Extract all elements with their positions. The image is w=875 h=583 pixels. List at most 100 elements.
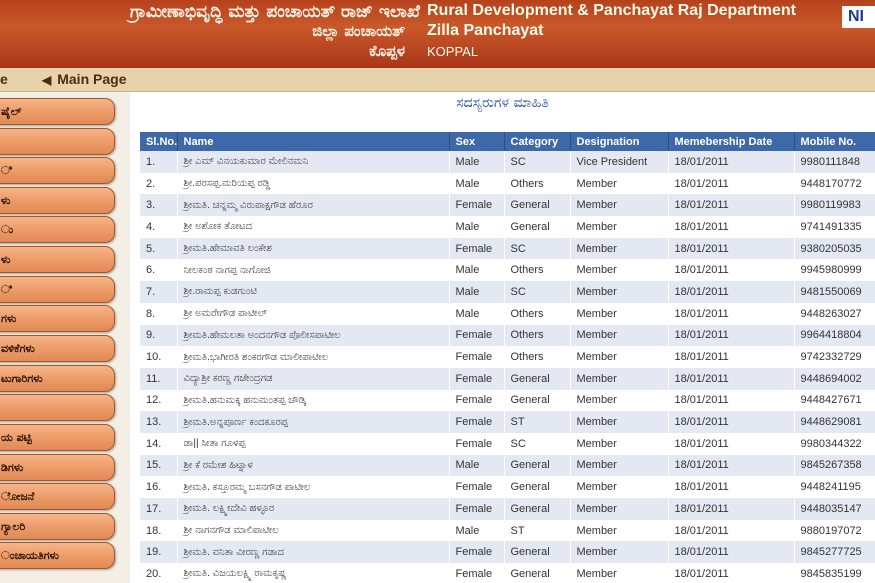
cell-membership-date: 18/01/2011: [668, 216, 795, 238]
cell-membership-date: 18/01/2011: [668, 411, 795, 433]
cell-category: Others: [504, 259, 571, 282]
site-header: ಗ್ರಾಮೀಣಾಭಿವೃದ್ಧಿ ಮತ್ತು ಪಂಚಾಯತ್ ರಾಜ್ ಇಲಾಖ…: [0, 0, 875, 68]
cell-membership-date: 18/01/2011: [668, 563, 795, 583]
sidebar-item[interactable]: ಳು: [0, 246, 115, 273]
cell-category: Others: [504, 172, 571, 195]
cell-slno: 11.: [140, 367, 178, 390]
sidebar-item[interactable]: ಂಚಾಯತಿಗಳು: [0, 542, 115, 569]
table-row: 7. ಶ್ರೀ.ರಾಮಪ್ಪ ಕುಡಗುಂಟಿ Male SC Member 18/01/…: [140, 281, 875, 303]
table-row: 17. ಶ್ರೀಮತಿ. ಲಕ್ಷ್ಮೀದೇವಿ ಹಳ್ಳೂರ Female Gene…: [140, 498, 875, 520]
cell-name: ಶ್ರೀ ಅಮರೇಗೌಡ ಪಾಟೀಲ್: [177, 302, 450, 325]
cell-sex: Female: [449, 411, 505, 433]
cell-membership-date: 18/01/2011: [668, 281, 795, 303]
nav-main-page-link[interactable]: ◀ Main Page: [42, 71, 126, 87]
cell-sex: Female: [449, 389, 505, 412]
nav-home-link[interactable]: e: [0, 71, 8, 87]
cell-slno: 4.: [140, 216, 178, 238]
cell-mobile: 9880197072: [794, 519, 875, 542]
table-row: 14. ಡಾ|| ಸೀತಾ ಗೂಳಪ್ಪ Female SC Member 18/01/2…: [140, 432, 875, 455]
cell-designation: Member: [570, 237, 669, 260]
sidebar-item[interactable]: ಿ: [0, 157, 115, 184]
cell-designation: Member: [570, 389, 669, 412]
header-district-title: KOPPAL: [427, 44, 479, 59]
table-row: 4. ಶ್ರೀ ಅಶೋಕ ತೋಟದ Male General Member 18/01/2…: [140, 216, 875, 238]
cell-category: Others: [504, 346, 571, 368]
cell-membership-date: 18/01/2011: [668, 259, 795, 282]
cell-mobile: 9448263027: [794, 302, 875, 325]
cell-mobile: 9845277725: [794, 541, 875, 564]
sidebar-item[interactable]: ವಳಿಕೆಗಳು: [0, 335, 115, 362]
cell-designation: Member: [570, 346, 669, 368]
cell-sex: Female: [449, 346, 505, 368]
cell-designation: Member: [570, 172, 669, 195]
main-content: ಸದಸ್ಯರುಗಳ ಮಾಹಿತಿ Sl.No. Name Sex Categor…: [130, 92, 875, 583]
top-nav-bar: e ◀ Main Page: [0, 68, 875, 92]
cell-name: ಡಾ|| ಸೀತಾ ಗೂಳಪ್ಪ: [177, 432, 450, 455]
sidebar-item[interactable]: ಡಿಗಳು: [0, 454, 115, 481]
cell-name: ಶ್ರೀ ಎಮ್ ವಿನಯಕುಮಾರ ಮೇಲಿನಮನಿ: [177, 151, 450, 173]
cell-mobile: 9845835199: [794, 563, 875, 583]
cell-category: SC: [504, 432, 571, 455]
cell-category: General: [504, 389, 571, 412]
cell-sex: Male: [449, 454, 505, 477]
cell-category: General: [504, 216, 571, 238]
cell-name: ಶ್ರೀ ಕೆ ರಮೇಶ ಹಿಟ್ನಾಳ: [177, 454, 450, 477]
sidebar-item[interactable]: ಷೈಲ್: [0, 98, 115, 125]
sidebar-item[interactable]: ಳು: [0, 187, 115, 214]
cell-sex: Female: [449, 563, 505, 583]
sidebar-item[interactable]: ೋಜನೆ: [0, 483, 115, 510]
cell-sex: Female: [449, 324, 505, 347]
sidebar-item[interactable]: [0, 394, 115, 421]
cell-slno: 2.: [140, 172, 178, 195]
cell-membership-date: 18/01/2011: [668, 194, 795, 217]
table-row: 19. ಶ್ರೀಮತಿ. ವನಿತಾ ವೀರಣ್ಣ ಗಡಾದ Female Gener…: [140, 541, 875, 564]
table-row: 6. ನೀಲಕಂಠ ನಾಗಪ್ಪ ನಾಗೋಜಿ Male Others Member 18…: [140, 259, 875, 282]
sidebar-item[interactable]: ಿ: [0, 276, 115, 303]
cell-mobile: 9845267358: [794, 454, 875, 477]
col-header-mobile: Mobile No.: [794, 132, 875, 151]
cell-slno: 16.: [140, 476, 178, 498]
cell-membership-date: 18/01/2011: [668, 346, 795, 368]
cell-category: ST: [504, 519, 571, 542]
sidebar-item[interactable]: ಗ್ಯಾಲರಿ: [0, 513, 115, 540]
cell-category: General: [504, 563, 571, 583]
cell-category: General: [504, 367, 571, 390]
cell-slno: 14.: [140, 432, 178, 455]
cell-designation: Member: [570, 281, 669, 303]
cell-category: ST: [504, 411, 571, 433]
cell-sex: Female: [449, 367, 505, 390]
sidebar-item[interactable]: ಯ ಪಟ್ಟಿ: [0, 424, 115, 451]
cell-sex: Female: [449, 541, 505, 564]
table-row: 20. ಶ್ರೀಮತಿ. ವಿಜಯಲಕ್ಷ್ಮಿ ರಾಮಕೃಷ್ಣ Female Ge…: [140, 563, 875, 583]
cell-designation: Member: [570, 259, 669, 282]
header-department-title: Rural Development & Panchayat Raj Depart…: [427, 2, 796, 19]
cell-membership-date: 18/01/2011: [668, 498, 795, 520]
cell-designation: Member: [570, 216, 669, 238]
table-row: 11. ವಿದ್ಯಾಶ್ರೀ ಕರಣ್ಣ ಗಜೇಂದ್ರಗಡ Female Gener…: [140, 367, 875, 390]
cell-sex: Female: [449, 498, 505, 520]
cell-designation: Member: [570, 324, 669, 347]
cell-membership-date: 18/01/2011: [668, 151, 795, 173]
cell-category: General: [504, 476, 571, 498]
cell-slno: 7.: [140, 281, 178, 303]
cell-slno: 15.: [140, 454, 178, 477]
sidebar-item[interactable]: ಗಳು: [0, 305, 115, 332]
cell-mobile: 9741491335: [794, 216, 875, 238]
header-kannada-zilla: ಜಿಲ್ಲಾ ಪಂಚಾಯತ್: [312, 22, 405, 40]
cell-slno: 10.: [140, 346, 178, 368]
cell-mobile: 9980344322: [794, 432, 875, 455]
cell-name: ಶ್ರೀಮತಿ.ಹನುಮಕ್ಕ ಹನುಮಂತಪ್ಪ ಚೌಡ್ಕಿ: [177, 389, 450, 412]
table-row: 9. ಶ್ರೀಮತಿ.ಹೇಮಲತಾ ಅಂದನಗೌಡ ಪೊಲೀಸಪಾಟೀಲ Femal…: [140, 324, 875, 347]
sidebar-item[interactable]: [0, 128, 115, 155]
cell-mobile: 9448170772: [794, 172, 875, 195]
cell-name: ಶ್ರೀಮತಿ. ವನಿತಾ ವೀರಣ್ಣ ಗಡಾದ: [177, 541, 450, 564]
table-row: 12. ಶ್ರೀಮತಿ.ಹನುಮಕ್ಕ ಹನುಮಂತಪ್ಪ ಚೌಡ್ಕಿ Femal…: [140, 389, 875, 412]
cell-mobile: 9964418804: [794, 324, 875, 347]
cell-slno: 12.: [140, 389, 178, 412]
cell-category: Others: [504, 324, 571, 347]
sidebar-item[interactable]: ು: [0, 216, 115, 243]
cell-designation: Member: [570, 302, 669, 325]
col-header-name: Name: [177, 132, 450, 151]
cell-mobile: 9448629081: [794, 411, 875, 433]
sidebar-item[interactable]: ಟುಗಾರಿಗಳು: [0, 365, 115, 392]
